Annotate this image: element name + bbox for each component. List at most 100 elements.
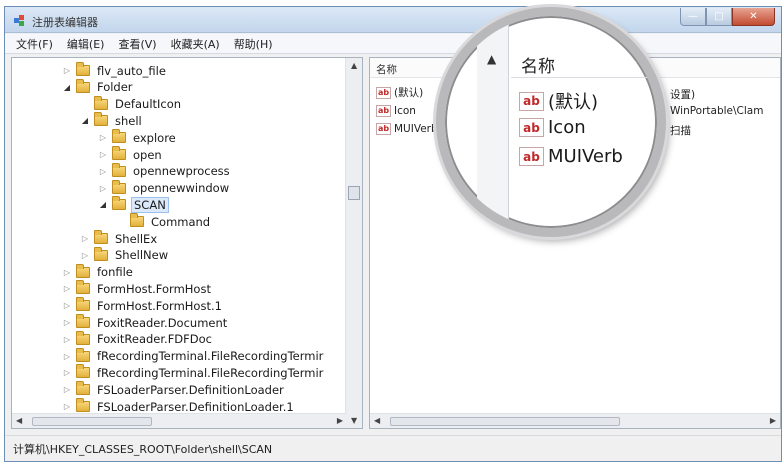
tree-vertical-scrollbar[interactable]: ▲ ▼	[345, 58, 362, 428]
tree-node-label: Folder	[97, 80, 133, 95]
collapse-arrow-icon[interactable]: ◢	[62, 83, 72, 92]
tree-node[interactable]: DefaultIcon	[80, 95, 183, 113]
string-value-icon: ab	[376, 104, 391, 117]
folder-icon	[112, 129, 126, 144]
tree-node[interactable]: ▷ opennewwindow	[98, 179, 231, 197]
regedit-app-icon	[14, 15, 24, 26]
magnified-scroll-up-icon: ▲	[487, 52, 497, 66]
scroll-up-icon[interactable]: ▲	[351, 61, 357, 70]
expand-arrow-icon[interactable]: ▷	[98, 150, 108, 159]
expand-arrow-icon[interactable]: ▷	[80, 234, 90, 243]
expand-arrow-icon[interactable]: ▷	[98, 167, 108, 176]
registry-tree[interactable]: ▷FSLoaderParser2.DefinitionParser▷FSLoad…	[11, 57, 363, 429]
tree-node[interactable]: ▷ FoxitReader.Document	[62, 314, 229, 331]
menu-view[interactable]: 查看(V)	[111, 36, 163, 52]
tree-node[interactable]: ▷ explore	[98, 129, 178, 146]
value-data-default: 设置)	[670, 89, 696, 101]
tree-node-label: ShellNew	[115, 248, 169, 263]
tree-node[interactable]: ▷ ShellNew	[80, 246, 170, 264]
tree-node-label: explore	[133, 130, 176, 145]
value-data-muiverb: 扫描	[670, 125, 691, 137]
tree-node-label: DefaultIcon	[115, 97, 182, 112]
value-row-default[interactable]: ab (默认)	[376, 84, 423, 101]
tree-node[interactable]: ▷ FSLoaderParser.DefinitionLoader	[62, 381, 286, 398]
expand-arrow-icon[interactable]: ▷	[62, 318, 72, 327]
scroll-left-icon[interactable]: ◀	[16, 416, 22, 425]
registry-path: 计算机\HKEY_CLASSES_ROOT\Folder\shell\SCAN	[13, 442, 273, 456]
folder-icon	[76, 364, 90, 379]
folder-icon	[94, 95, 108, 110]
tree-node[interactable]: ◢ SCAN	[98, 196, 169, 213]
menu-favorites[interactable]: 收藏夹(A)	[164, 36, 227, 52]
folder-icon	[112, 162, 126, 177]
folder-icon	[94, 230, 108, 244]
scroll-down-icon[interactable]: ▼	[351, 416, 357, 425]
tree-horizontal-scrollbar[interactable]: ◀ ▶	[12, 413, 347, 428]
maximize-button[interactable]: □	[706, 8, 732, 26]
folder-icon	[112, 179, 126, 194]
expand-arrow-icon[interactable]: ▷	[98, 184, 108, 193]
expand-arrow-icon[interactable]: ▷	[98, 133, 108, 142]
tree-node-label: SCAN	[131, 196, 169, 213]
column-name-label: 名称	[376, 64, 397, 76]
expand-arrow-icon[interactable]: ▷	[62, 368, 72, 377]
tree-node[interactable]: ◢ shell	[80, 112, 144, 129]
folder-icon	[94, 112, 108, 127]
tree-node[interactable]: ▷ fonfile	[62, 263, 135, 281]
folder-icon	[76, 280, 90, 295]
expand-arrow-icon[interactable]: ▷	[80, 251, 90, 260]
list-horizontal-scrollbar[interactable]: ◀ ▶	[370, 413, 780, 428]
tree-node[interactable]: ▷ FormHost.FormHost	[62, 280, 213, 297]
tree-node[interactable]: ▷ open	[98, 146, 164, 163]
tree-node-label: open	[133, 147, 162, 162]
collapse-arrow-icon[interactable]: ◢	[80, 116, 90, 125]
tree-node[interactable]: Command	[116, 213, 212, 230]
magnified-value-name: MUIVerb	[548, 146, 623, 167]
expand-arrow-icon[interactable]: ▷	[62, 284, 72, 293]
close-button[interactable]: ✕	[732, 8, 775, 26]
string-value-icon: ab	[376, 122, 391, 135]
folder-icon	[112, 146, 126, 160]
tree-node[interactable]: ▷ FormHost.FormHost.1	[62, 297, 224, 314]
magnified-value-name: Icon	[548, 117, 586, 138]
tree-node[interactable]: ▷ FoxitReader.FDFDoc	[62, 330, 214, 348]
menu-edit[interactable]: 编辑(E)	[60, 36, 112, 52]
expand-arrow-icon[interactable]: ▷	[62, 352, 72, 361]
value-row-icon[interactable]: ab Icon	[376, 102, 416, 119]
menu-help[interactable]: 帮助(H)	[227, 36, 280, 52]
tree-node[interactable]: ▷ opennewprocess	[98, 162, 232, 180]
list-hscroll-thumb[interactable]	[390, 417, 620, 426]
tree-scroll-thumb[interactable]	[348, 186, 360, 200]
expand-arrow-icon[interactable]: ▷	[62, 301, 72, 310]
title-bar[interactable]: 注册表编辑器 — □ ✕	[5, 7, 781, 33]
tree-node[interactable]: ▷ flv_auto_file	[62, 62, 168, 79]
expand-arrow-icon[interactable]: ▷	[62, 402, 72, 411]
expand-arrow-icon[interactable]: ▷	[62, 335, 72, 344]
tree-node-label: fonfile	[97, 265, 133, 280]
magnified-column-name: 名称	[521, 57, 555, 77]
magnified-row-icon: ab Icon	[519, 117, 586, 138]
expand-arrow-icon[interactable]: ▷	[62, 66, 72, 75]
tree-node[interactable]: ▷ fRecordingTerminal.FileRecordingTermir	[62, 347, 325, 365]
value-row-muiverb[interactable]: ab MUIVerb	[376, 120, 438, 137]
tree-node-label: fRecordingTerminal.FileRecordingTermir	[97, 349, 324, 364]
folder-icon	[76, 347, 90, 362]
tree-node[interactable]: ◢ Folder	[62, 78, 135, 96]
magnified-string-icon: ab	[519, 118, 544, 137]
folder-icon	[76, 381, 90, 396]
minimize-button[interactable]: —	[680, 8, 706, 26]
folder-icon	[130, 213, 144, 228]
scroll-right-icon[interactable]: ▶	[337, 416, 343, 425]
scroll-right-icon[interactable]: ▶	[770, 416, 776, 425]
tree-node[interactable]: ▷ ShellEx	[80, 230, 159, 247]
folder-icon	[76, 78, 90, 93]
window-controls: — □ ✕	[680, 8, 775, 26]
menu-file[interactable]: 文件(F)	[9, 36, 60, 52]
expand-arrow-icon[interactable]: ▷	[62, 268, 72, 277]
scroll-left-icon[interactable]: ◀	[374, 416, 380, 425]
tree-node[interactable]: ▷ fRecordingTerminal.FileRecordingTermir	[62, 364, 325, 381]
collapse-arrow-icon[interactable]: ◢	[98, 200, 108, 209]
tree-hscroll-thumb[interactable]	[32, 417, 152, 426]
expand-arrow-icon[interactable]: ▷	[62, 385, 72, 394]
tree-node-label: FoxitReader.FDFDoc	[97, 332, 212, 347]
